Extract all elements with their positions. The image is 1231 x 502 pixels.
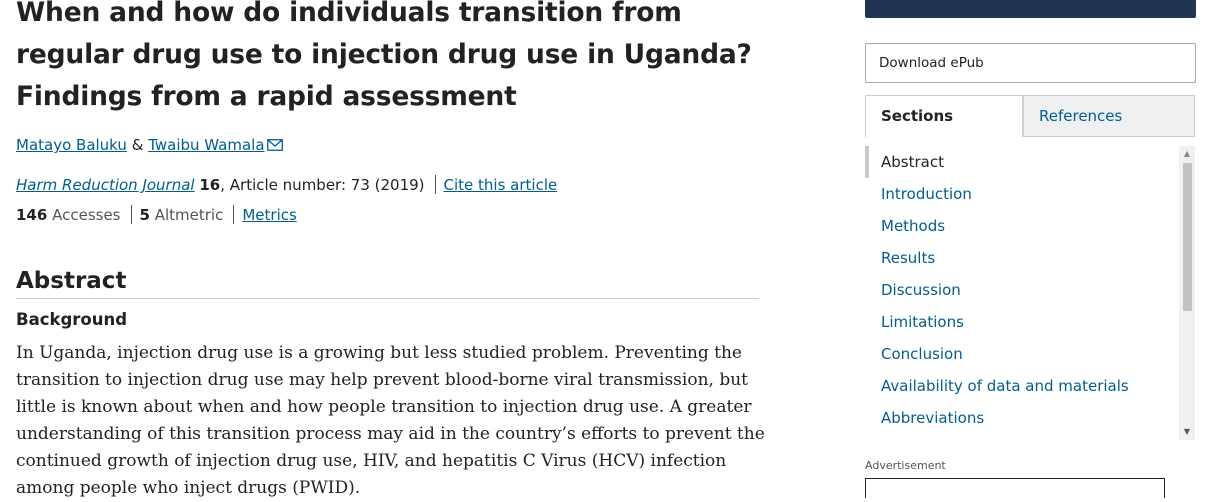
author-list: Matayo Baluku & Twaibu Wamala [16,135,283,156]
altmetric-count: 5 [139,206,150,224]
triangle-up-icon[interactable]: ▲ [1179,146,1195,162]
section-link-abbreviations[interactable]: Abbreviations [865,402,1178,434]
article-title: When and how do individuals transition f… [16,0,752,112]
triangle-down-icon[interactable]: ▼ [1179,424,1195,440]
separator [434,175,436,194]
sidebar-top-bar [865,0,1196,18]
journal-link[interactable]: Harm Reduction Journal [16,176,195,194]
section-link-abstract[interactable]: Abstract [865,146,1178,178]
author-separator: & [131,136,144,154]
separator [130,205,132,224]
advertisement-label: Advertisement [865,459,946,472]
accesses-label: Accesses [52,206,121,224]
section-link-limitations[interactable]: Limitations [865,306,1178,338]
section-link-results[interactable]: Results [865,242,1178,274]
section-divider [16,298,759,299]
sections-nav: Abstract Introduction Methods Results Di… [865,146,1178,440]
accesses-count: 146 [16,206,48,224]
author-link-twaibu-wamala[interactable]: Twaibu Wamala [148,136,264,154]
scrollbar-thumb[interactable] [1183,163,1192,311]
sections-scrollbar[interactable]: ▲ ▼ [1179,146,1195,440]
tab-sections[interactable]: Sections [865,95,1023,137]
envelope-icon[interactable] [266,136,283,156]
advertisement-frame[interactable] [865,478,1165,498]
abstract-heading: Abstract [16,268,127,294]
download-epub-button[interactable]: Download ePub [865,43,1196,83]
section-link-availability-of-data[interactable]: Availability of data and materials [865,370,1178,402]
background-paragraph: In Uganda, injection drug use is a growi… [16,343,765,498]
altmetric-label: Altmetric [154,206,224,224]
cite-this-article-link[interactable]: Cite this article [444,176,558,194]
section-link-introduction[interactable]: Introduction [865,178,1178,210]
citation-line: Harm Reduction Journal 16, Article numbe… [16,175,557,195]
metrics-line: 146 Accesses 5 Altmetric Metrics [16,205,297,225]
section-link-discussion[interactable]: Discussion [865,274,1178,306]
volume-number: 16 [199,176,221,194]
background-heading: Background [16,310,128,329]
section-link-conclusion[interactable]: Conclusion [865,338,1178,370]
section-link-methods[interactable]: Methods [865,210,1178,242]
author-link-matayo-baluku[interactable]: Matayo Baluku [16,136,127,154]
metrics-link[interactable]: Metrics [242,206,296,224]
article-number: , Article number: 73 (2019) [220,176,425,194]
tab-references[interactable]: References [1023,95,1195,137]
separator [233,205,235,224]
